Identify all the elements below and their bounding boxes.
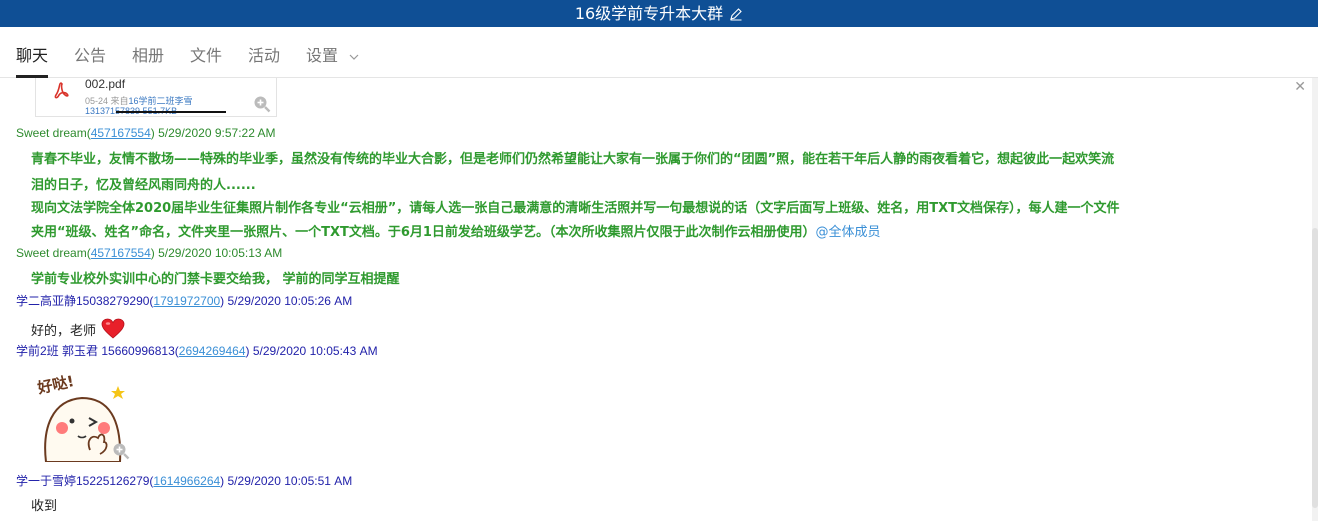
tab-settings-label: 设置 (306, 46, 339, 65)
tab-settings[interactable]: 设置 (306, 27, 359, 77)
tab-chat-label: 聊天 (16, 46, 49, 65)
sticker-image[interactable]: 好哒! (34, 368, 136, 463)
message-sender: 学一于雪婷15225126279(1614966264) 5/29/2020 1… (16, 472, 352, 489)
message-text: 现向文法学院全体2020届毕业生征集照片制作各专业“云相册”，请每人选一张自己最… (31, 201, 1120, 216)
sender-name: 学二高亚静15038279290( (16, 294, 154, 308)
pdf-file-icon (54, 82, 69, 99)
message-text: 好的，老师 (31, 324, 97, 339)
message-text: 收到 (31, 499, 58, 514)
tab-files-label: 文件 (190, 46, 223, 65)
tab-activity[interactable]: 活动 (248, 27, 280, 77)
message-sender: Sweet dream(457167554) 5/29/2020 10:05:1… (16, 246, 282, 260)
message-timestamp: 5/29/2020 9:57:22 AM (154, 126, 276, 140)
sender-qq-link[interactable]: 457167554 (91, 246, 151, 260)
tab-announcement-label: 公告 (74, 46, 107, 65)
sticker-caption: 好哒! (35, 372, 76, 397)
group-title: 16级学前专升本大群 (574, 4, 724, 23)
tab-activity-label: 活动 (248, 46, 281, 65)
chevron-down-icon (349, 54, 359, 60)
file-date: 05-24 来自 (85, 96, 129, 106)
tab-chat[interactable]: 聊天 (16, 27, 49, 78)
sender-qq-link[interactable]: 457167554 (91, 126, 151, 140)
chat-message-list[interactable]: 002.pdf 05-24 来自16学前二班李雪 13137157839 551… (0, 78, 1312, 521)
message-text-wrap: 好的，老师 (31, 318, 125, 339)
tab-album-label: 相册 (132, 46, 165, 65)
message-text: 泪的日子，忆及曾经风雨同舟的人...... (31, 178, 256, 193)
file-name[interactable]: 002.pdf (85, 78, 125, 91)
group-title-wrap: 16级学前专升本大群 (575, 0, 743, 27)
message-sender: 学二高亚静15038279290(1791972700) 5/29/2020 1… (16, 292, 352, 309)
tab-bar: 聊天 公告 相册 文件 活动 设置 (0, 27, 1318, 78)
sender-name: Sweet dream( (16, 246, 91, 260)
close-icon[interactable]: ✕ (1294, 78, 1306, 95)
window-titlebar: 16级学前专升本大群 (0, 0, 1318, 27)
message-sender: Sweet dream(457167554) 5/29/2020 9:57:22… (16, 126, 276, 140)
sender-qq-link[interactable]: 1614966264 (153, 474, 220, 488)
message-timestamp: 5/29/2020 10:05:13 AM (154, 246, 283, 260)
message-text-wrap: 夹用“班级、姓名”命名，文件夹里一张照片、一个TXT文档。于6月1日前发给班级学… (31, 221, 880, 240)
file-attachment-card[interactable]: 002.pdf 05-24 来自16学前二班李雪 13137157839 551… (35, 78, 277, 117)
zoom-in-icon[interactable] (253, 95, 271, 113)
sender-name: Sweet dream( (16, 126, 91, 140)
chat-scrollbar[interactable] (1312, 78, 1318, 521)
heart-emoji-icon (101, 318, 125, 339)
sender-name: 学一于雪婷15225126279( (16, 474, 154, 488)
sender-qq-link[interactable]: 1791972700 (153, 294, 220, 308)
sender-name: 学前2班 郭玉君 15660996813( (16, 344, 179, 358)
scrollbar-thumb[interactable] (1312, 228, 1318, 508)
tab-album[interactable]: 相册 (132, 27, 164, 77)
message-text: 青春不毕业，友情不散场——特殊的毕业季，虽然没有传统的毕业大合影，但是老师们仍然… (31, 152, 1115, 167)
redaction-line (116, 111, 226, 113)
message-text: 夹用“班级、姓名”命名，文件夹里一张照片、一个TXT文档。于6月1日前发给班级学… (31, 225, 816, 240)
edit-pencil-icon[interactable] (729, 7, 743, 21)
zoom-in-icon[interactable] (112, 442, 130, 460)
message-sender: 学前2班 郭玉君 15660996813(2694269464) 5/29/20… (16, 342, 378, 359)
tab-files[interactable]: 文件 (190, 27, 222, 77)
file-uploader[interactable]: 16学前二班李雪 (129, 96, 193, 106)
message-timestamp: 5/29/2020 10:05:51 AM (224, 474, 353, 488)
message-timestamp: 5/29/2020 10:05:26 AM (224, 294, 353, 308)
message-timestamp: 5/29/2020 10:05:43 AM (249, 344, 378, 358)
tab-announcement[interactable]: 公告 (74, 27, 106, 77)
sender-qq-link[interactable]: 2694269464 (179, 344, 246, 358)
mention-all-link[interactable]: @全体成员 (815, 225, 880, 240)
message-text: 学前专业校外实训中心的门禁卡要交给我， 学前的同学互相提醒 (31, 272, 400, 287)
